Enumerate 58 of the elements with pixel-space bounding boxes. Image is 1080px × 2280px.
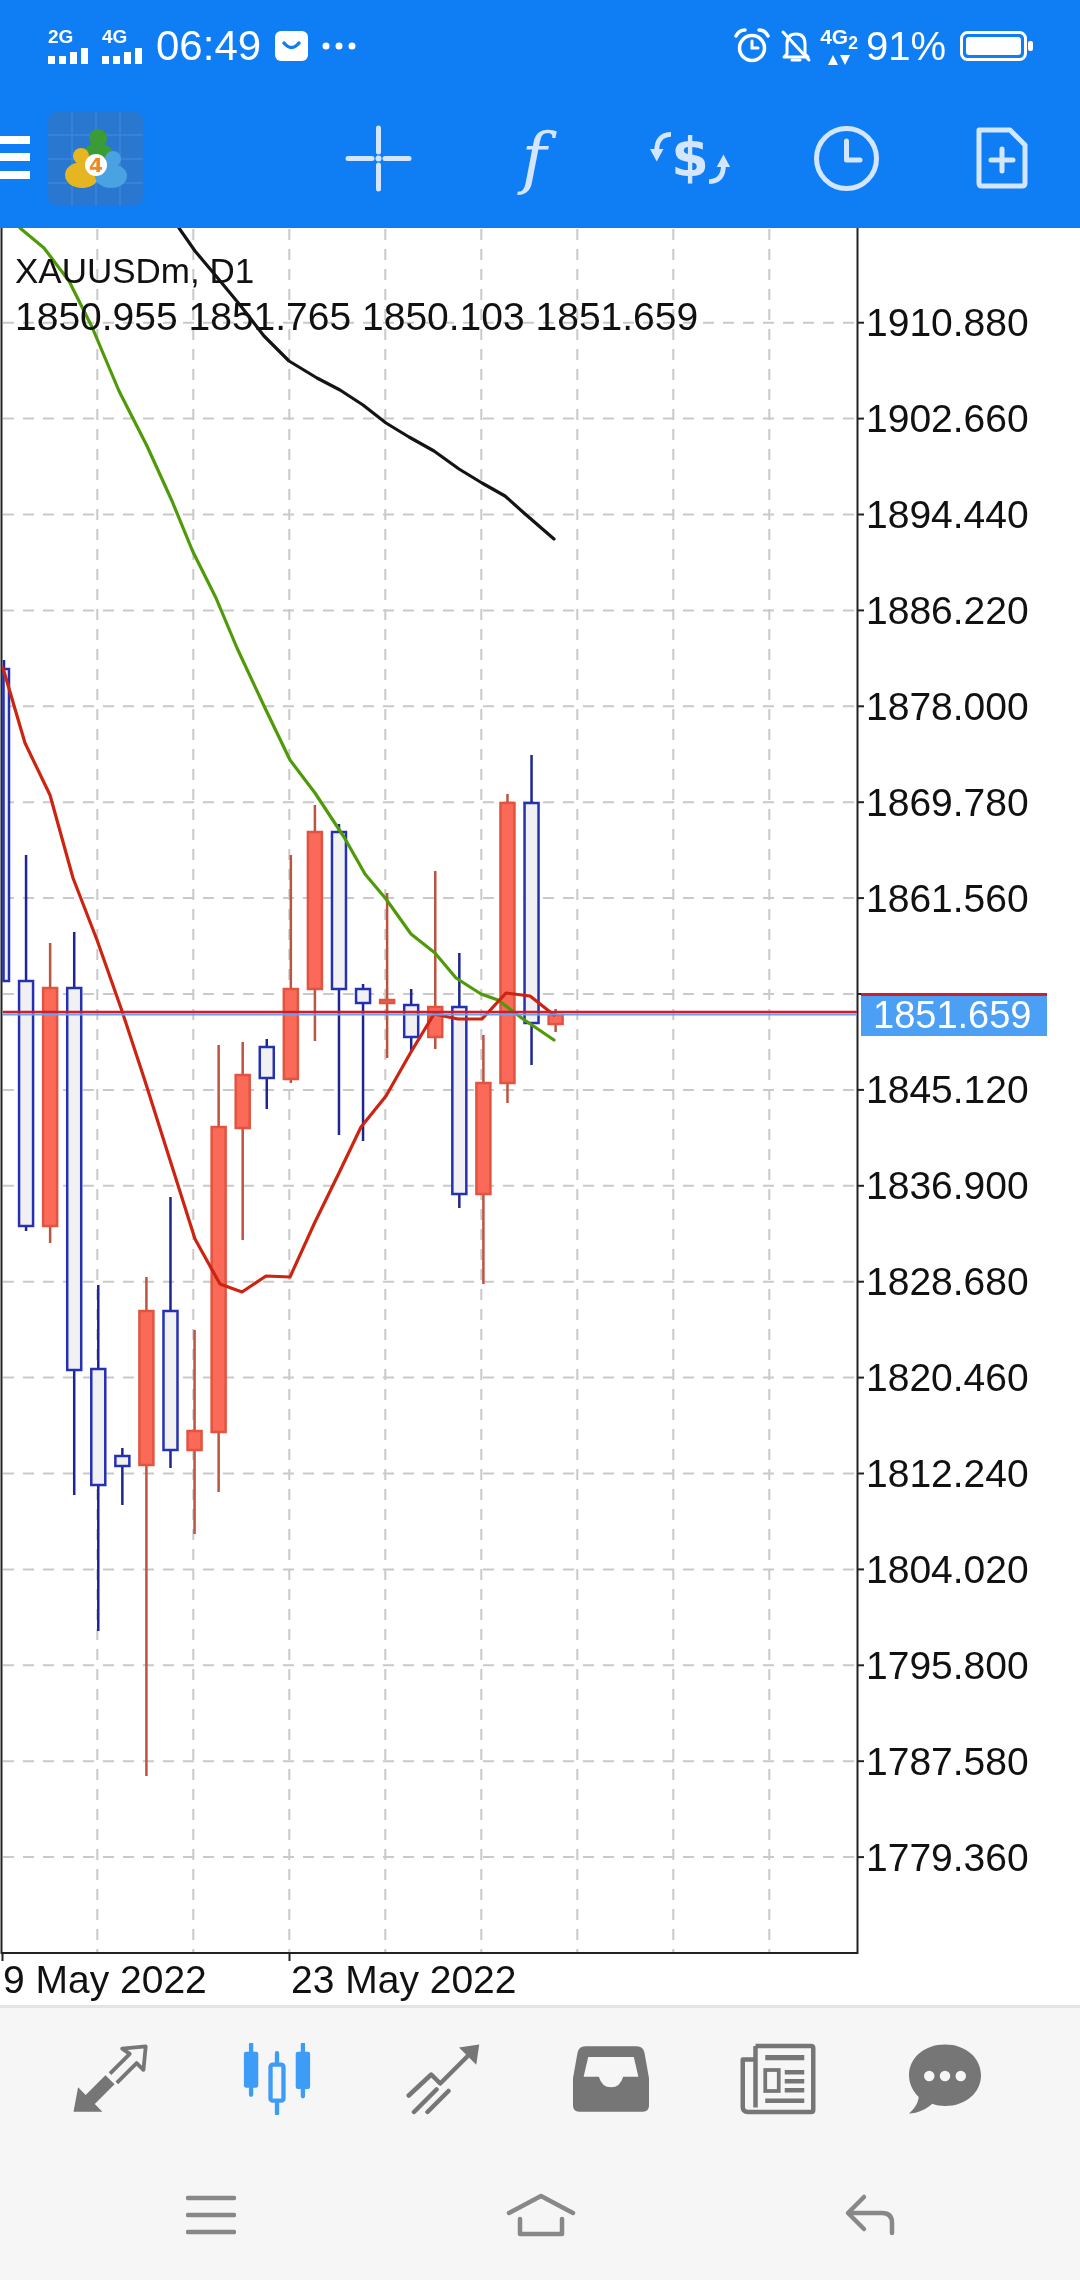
crosshair-icon bbox=[344, 124, 412, 192]
price-label: 1812.240 bbox=[866, 1452, 1029, 1495]
menu-lines-icon bbox=[186, 2195, 236, 2235]
price-label: 1894.440 bbox=[866, 493, 1029, 536]
chat-bubble-icon bbox=[907, 2043, 983, 2115]
current-price-label: 1851.659 bbox=[861, 993, 1047, 1036]
price-label: 1820.460 bbox=[866, 1356, 1029, 1400]
menu-icon bbox=[0, 136, 30, 180]
curved-arrow-icon bbox=[708, 153, 730, 187]
candlestick bbox=[114, 1448, 131, 1505]
menu-button[interactable] bbox=[0, 136, 30, 180]
app-logo[interactable]: 4 bbox=[48, 110, 143, 206]
price-label: 1787.580 bbox=[866, 1739, 1029, 1783]
home-icon bbox=[506, 2193, 576, 2237]
curved-arrow-icon bbox=[650, 129, 672, 163]
more-dots-icon bbox=[322, 42, 357, 50]
price-label: 1845.120 bbox=[866, 1068, 1029, 1112]
trade-button[interactable]: $ bbox=[650, 123, 730, 193]
battery-icon bbox=[960, 31, 1034, 61]
price-label: 1836.900 bbox=[866, 1164, 1029, 1208]
price-label: 1861.560 bbox=[866, 876, 1029, 920]
back-icon bbox=[844, 2193, 896, 2237]
date-label: 9 May 2022 bbox=[3, 1958, 207, 2001]
price-label: 1795.800 bbox=[866, 1643, 1029, 1687]
function-button[interactable]: f bbox=[494, 123, 574, 193]
candlestick bbox=[258, 1039, 275, 1109]
price-label: 1902.660 bbox=[866, 397, 1029, 441]
newspaper-icon bbox=[740, 2043, 816, 2115]
candlestick bbox=[402, 989, 420, 1052]
recent-apps-button[interactable] bbox=[186, 2193, 236, 2237]
trend-arrow-icon bbox=[406, 2043, 482, 2115]
data-arrows-icon bbox=[827, 54, 852, 67]
battery-percent: 91% bbox=[865, 23, 946, 69]
alarm-clock-icon bbox=[734, 28, 771, 64]
price-label: 1886.220 bbox=[866, 588, 1029, 632]
signal-bars-icon bbox=[102, 48, 144, 64]
price-label: 1779.360 bbox=[866, 1835, 1029, 1879]
inbox-tray-icon bbox=[573, 2043, 649, 2115]
price-label: 1828.680 bbox=[866, 1260, 1029, 1304]
network-type-label: 4G$_{2}$ bbox=[820, 25, 858, 55]
clock-time: 06:49 bbox=[156, 22, 262, 70]
network-type-label: 4G bbox=[102, 28, 128, 46]
nav-tab[interactable] bbox=[740, 2041, 816, 2117]
two-arrows-icon bbox=[72, 2043, 148, 2115]
price-label: 1878.000 bbox=[866, 684, 1029, 728]
shopping-bag-icon bbox=[275, 31, 309, 61]
signal-bars-icon bbox=[48, 48, 90, 64]
price-label: 1804.020 bbox=[866, 1547, 1029, 1591]
candlestick bbox=[547, 1009, 564, 1032]
date-label: 23 May 2022 bbox=[291, 1958, 517, 2001]
new-document-icon bbox=[974, 125, 1030, 191]
bell-off-icon bbox=[780, 29, 813, 63]
network-type-label: 2G bbox=[48, 28, 74, 46]
home-button[interactable] bbox=[506, 2193, 576, 2237]
back-button[interactable] bbox=[844, 2193, 896, 2237]
clock-icon bbox=[812, 124, 880, 192]
price-label: 1910.880 bbox=[866, 301, 1029, 345]
price-label: 1869.780 bbox=[866, 780, 1029, 824]
